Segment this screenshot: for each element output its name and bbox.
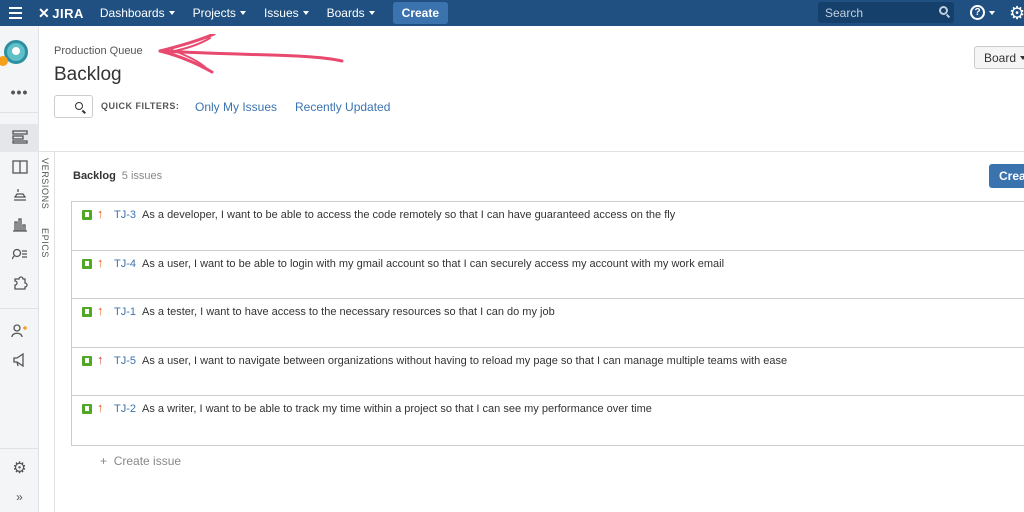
issue-summary: As a tester, I want to have access to th… [142, 306, 555, 318]
sidebar-divider [0, 308, 39, 309]
priority-medium-icon: ↑ [97, 303, 104, 318]
gear-icon[interactable]: ⚙ [1009, 3, 1024, 24]
project-sidebar: ••• ⚙ » [0, 26, 39, 512]
releases-icon[interactable] [0, 188, 39, 202]
issue-summary: As a writer, I want to be able to track … [142, 403, 652, 415]
nav-projects[interactable]: Projects [193, 6, 246, 20]
chevron-down-icon [1020, 55, 1024, 60]
sidebar-divider [0, 112, 39, 113]
app-switcher-icon[interactable] [0, 0, 30, 26]
more-icon[interactable]: ••• [0, 84, 39, 100]
search-icon [939, 6, 948, 15]
story-icon [82, 258, 92, 269]
board-label: Board [984, 50, 1017, 65]
create-sprint-button[interactable]: Creat [989, 164, 1024, 188]
story-icon [82, 307, 92, 317]
content-divider [39, 151, 1024, 152]
tab-epics[interactable]: EPICS [40, 228, 50, 258]
backlog-header: Backlog 5 issues [73, 170, 162, 182]
vertical-tabs: VERSIONS EPICS [39, 152, 55, 512]
components-icon[interactable] [0, 276, 39, 290]
search-icon [75, 102, 83, 110]
nav-boards[interactable]: Boards [327, 6, 375, 20]
issue-key[interactable]: TJ-4 [114, 258, 136, 270]
create-issue-link[interactable]: + Create issue [100, 454, 181, 468]
search-placeholder: Search [825, 5, 864, 20]
list-item[interactable]: ↑ TJ-2 As a writer, I want to be able to… [72, 396, 1024, 445]
issue-key[interactable]: TJ-2 [114, 403, 136, 415]
issues-icon[interactable] [0, 247, 39, 261]
filter-search-input[interactable] [54, 95, 93, 118]
priority-medium-icon: ↑ [97, 254, 104, 270]
jira-logo[interactable]: ✕ JIRA [38, 5, 84, 22]
backlog-issue-list: ↑ TJ-3 As a developer, I want to be able… [71, 201, 1024, 446]
story-icon [82, 210, 92, 220]
issue-key[interactable]: TJ-5 [114, 355, 136, 367]
chevron-down-icon [302, 11, 309, 15]
issue-count: 5 issues [121, 170, 163, 182]
search-input[interactable]: Search [818, 2, 954, 23]
create-button[interactable]: Create [392, 2, 449, 24]
backlog-icon [0, 130, 39, 144]
list-item[interactable]: ↑ TJ-1 As a tester, I want to have acces… [72, 299, 1024, 348]
story-icon [82, 355, 92, 366]
priority-medium-icon: ↑ [97, 400, 104, 415]
issue-key[interactable]: TJ-3 [114, 209, 136, 221]
issue-summary: As a user, I want to navigate between or… [142, 354, 788, 367]
reports-icon[interactable] [0, 218, 39, 232]
sidebar-divider [0, 448, 39, 449]
chevron-down-icon [168, 11, 175, 15]
add-people-icon[interactable] [0, 324, 39, 338]
quick-filters-label: QUICK FILTERS: [101, 101, 180, 111]
chevron-down-icon [989, 10, 995, 15]
quick-filter-only-my-issues[interactable]: Only My Issues [195, 100, 277, 114]
board-icon[interactable] [0, 160, 39, 174]
settings-icon[interactable]: ⚙ [0, 458, 39, 478]
issue-summary: As a developer, I want to be able to acc… [142, 209, 676, 221]
issue-summary: As a user, I want to be able to login wi… [142, 257, 725, 270]
issue-key[interactable]: TJ-1 [114, 306, 136, 318]
top-navigation-bar: ✕ JIRA Dashboards Projects Issues Boards … [0, 0, 1024, 26]
chevron-down-icon [239, 11, 246, 15]
backlog-title: Backlog [73, 170, 116, 182]
list-item[interactable]: ↑ TJ-5 As a user, I want to navigate bet… [72, 348, 1024, 396]
priority-high-icon: ↑ [97, 351, 104, 367]
board-menu-button[interactable]: Board [974, 46, 1024, 69]
nav-issues[interactable]: Issues [264, 6, 309, 20]
create-issue-label: Create issue [113, 454, 182, 468]
list-item[interactable]: ↑ TJ-4 As a user, I want to be able to l… [72, 251, 1024, 299]
page-title: Backlog [54, 64, 122, 85]
chevron-down-icon [368, 11, 375, 15]
tab-versions[interactable]: VERSIONS [40, 158, 50, 209]
help-icon: ? [970, 5, 985, 20]
collapse-icon[interactable]: » [0, 490, 39, 504]
story-icon [82, 404, 92, 414]
feedback-icon[interactable] [0, 353, 39, 367]
help-menu[interactable]: ? [970, 5, 995, 20]
breadcrumb[interactable]: Production Queue [54, 45, 143, 57]
notification-badge [0, 56, 8, 66]
plus-icon: + [100, 454, 114, 468]
quick-filter-recently-updated[interactable]: Recently Updated [295, 100, 390, 114]
list-item[interactable]: ↑ TJ-3 As a developer, I want to be able… [72, 202, 1024, 251]
annotation-arrow [158, 34, 344, 74]
nav-dashboards[interactable]: Dashboards [100, 6, 175, 20]
priority-medium-icon: ↑ [97, 206, 104, 221]
